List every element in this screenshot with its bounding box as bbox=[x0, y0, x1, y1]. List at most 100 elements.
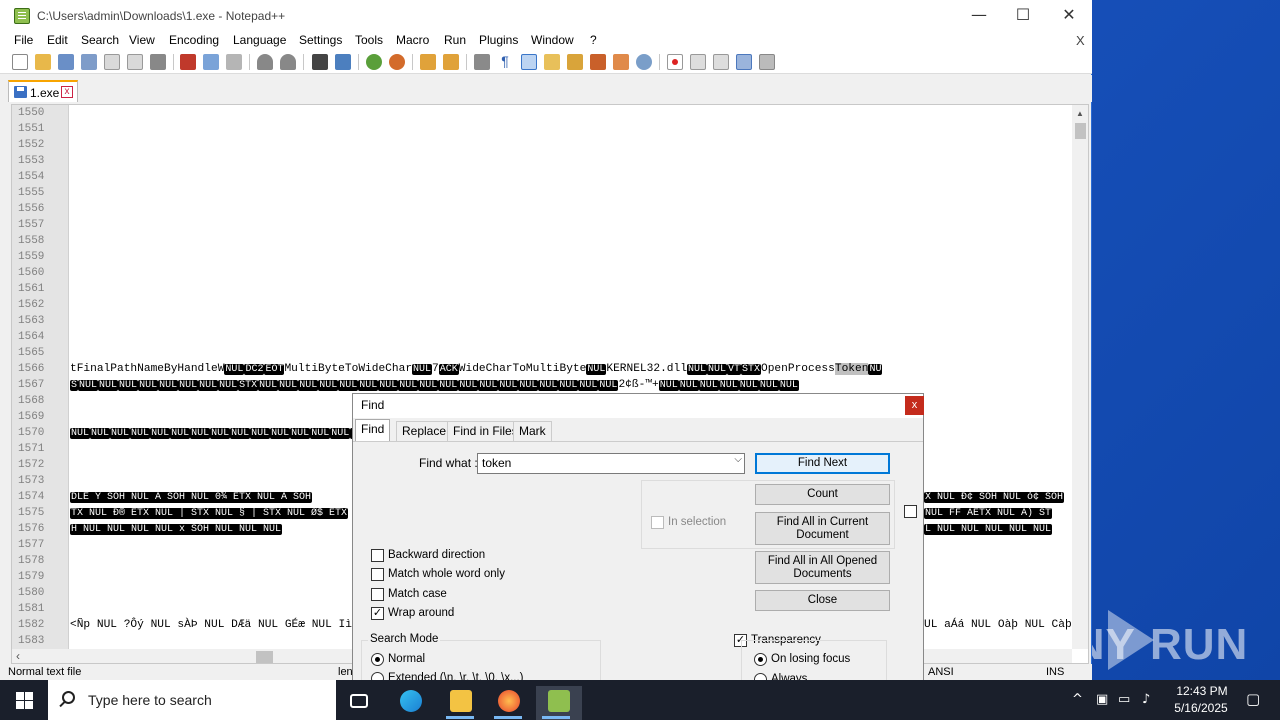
tab-find[interactable]: Find bbox=[355, 419, 391, 441]
undo-icon[interactable] bbox=[257, 54, 273, 70]
word-wrap-icon[interactable] bbox=[474, 54, 490, 70]
chevron-up-icon[interactable]: ^ bbox=[1072, 692, 1083, 707]
folder-workspace-icon[interactable] bbox=[613, 54, 629, 70]
taskbar-firefox[interactable] bbox=[488, 686, 528, 720]
menu-file[interactable]: File bbox=[14, 33, 33, 47]
meet-now-icon[interactable]: ▣ bbox=[1096, 692, 1108, 707]
play-macro-icon[interactable] bbox=[713, 54, 729, 70]
save-all-icon[interactable] bbox=[81, 54, 97, 70]
notification-icon[interactable]: ▢ bbox=[1246, 690, 1260, 708]
taskbar-file-explorer[interactable] bbox=[440, 686, 480, 720]
clock-time[interactable]: 12:43 PM bbox=[1170, 684, 1234, 698]
scroll-left-icon[interactable]: ‹ bbox=[16, 649, 20, 663]
show-all-chars-icon[interactable]: ¶ bbox=[497, 54, 513, 70]
record-macro-icon[interactable] bbox=[667, 54, 683, 70]
redo-icon[interactable] bbox=[280, 54, 296, 70]
code-line-1575-right: NUL FF ÂETX NUL À) ST bbox=[924, 505, 1072, 522]
close-all-icon[interactable] bbox=[127, 54, 143, 70]
define-language-icon[interactable] bbox=[544, 54, 560, 70]
monitoring-icon[interactable] bbox=[636, 54, 652, 70]
system-tray: ^ ▣ ▭ ♪ 12:43 PM 5/16/2025 ▢ bbox=[1064, 680, 1280, 720]
find-dialog-close-button[interactable]: x bbox=[905, 396, 924, 415]
dialog-option-checkbox[interactable] bbox=[904, 505, 917, 518]
tab-close-icon[interactable]: x bbox=[61, 86, 73, 98]
function-list-icon[interactable] bbox=[590, 54, 606, 70]
find-dialog-titlebar[interactable]: Find x bbox=[353, 394, 924, 418]
close-button[interactable]: Close bbox=[755, 590, 890, 611]
zoom-in-icon[interactable] bbox=[366, 54, 382, 70]
menu-plugins[interactable]: Plugins bbox=[479, 33, 518, 47]
find-all-opened-button[interactable]: Find All in All Opened Documents bbox=[755, 551, 890, 584]
tab-replace[interactable]: Replace bbox=[396, 421, 453, 441]
menu-view[interactable]: View bbox=[129, 33, 155, 47]
menu-macro[interactable]: Macro bbox=[396, 33, 429, 47]
menu-edit[interactable]: Edit bbox=[47, 33, 68, 47]
menu-search[interactable]: Search bbox=[81, 33, 119, 47]
close-window-button[interactable]: ✕ bbox=[1046, 0, 1092, 32]
print-icon[interactable] bbox=[150, 54, 166, 70]
line-number: 1566 bbox=[18, 363, 45, 375]
close-file-icon[interactable] bbox=[104, 54, 120, 70]
menu-language[interactable]: Language bbox=[233, 33, 286, 47]
radio-selected[interactable] bbox=[754, 653, 767, 666]
taskbar-notepadpp[interactable] bbox=[536, 686, 582, 720]
tab-mark[interactable]: Mark bbox=[513, 421, 552, 441]
sync-vertical-icon[interactable] bbox=[420, 54, 436, 70]
replace-icon[interactable] bbox=[335, 54, 351, 70]
close-icon: ✕ bbox=[1062, 5, 1076, 24]
code-line-1566: tFinalPathNameByHandleWNUL DC2 EOTMultiByt… bbox=[70, 361, 1072, 378]
line-number: 1554 bbox=[18, 171, 45, 183]
vertical-scrollbar[interactable]: ▲ bbox=[1072, 105, 1088, 649]
checkbox-box[interactable] bbox=[371, 549, 384, 562]
run-macro-multiple-icon[interactable] bbox=[736, 54, 752, 70]
clock-date[interactable]: 5/16/2025 bbox=[1168, 701, 1234, 715]
line-number: 1559 bbox=[18, 251, 45, 263]
chevron-down-icon[interactable]: ⌵ bbox=[734, 454, 742, 465]
logo-pane bbox=[25, 692, 33, 700]
menu-tools[interactable]: Tools bbox=[355, 33, 383, 47]
sync-horizontal-icon[interactable] bbox=[443, 54, 459, 70]
save-macro-icon[interactable] bbox=[759, 54, 775, 70]
horizontal-scroll-thumb[interactable] bbox=[256, 651, 273, 663]
in-selection-box[interactable] bbox=[651, 516, 664, 529]
count-button[interactable]: Count bbox=[755, 484, 890, 505]
menu-run[interactable]: Run bbox=[444, 33, 466, 47]
checkbox-box[interactable] bbox=[371, 568, 384, 581]
menu-encoding[interactable]: Encoding bbox=[169, 33, 219, 47]
line-number: 1570 bbox=[18, 427, 45, 439]
minimize-button[interactable]: — bbox=[956, 0, 1002, 32]
checkmark-icon[interactable]: ✓ bbox=[371, 607, 384, 620]
close-document-x[interactable]: X bbox=[1076, 33, 1085, 48]
doc-map-icon[interactable] bbox=[567, 54, 583, 70]
start-button[interactable] bbox=[0, 680, 48, 720]
find-all-current-button[interactable]: Find All in Current Document bbox=[755, 512, 890, 545]
save-icon[interactable] bbox=[58, 54, 74, 70]
menu-window[interactable]: Window bbox=[531, 33, 574, 47]
copy-icon[interactable] bbox=[203, 54, 219, 70]
zoom-out-icon[interactable] bbox=[389, 54, 405, 70]
indent-guide-icon[interactable] bbox=[521, 54, 537, 70]
checkbox-box[interactable] bbox=[371, 588, 384, 601]
taskbar-edge[interactable] bbox=[390, 686, 430, 720]
find-next-button[interactable]: Find Next bbox=[755, 453, 890, 474]
cut-icon[interactable] bbox=[180, 54, 196, 70]
find-icon[interactable] bbox=[312, 54, 328, 70]
maximize-button[interactable]: ☐ bbox=[1000, 0, 1046, 32]
scroll-up-icon[interactable]: ▲ bbox=[1076, 109, 1084, 118]
task-view-button[interactable] bbox=[340, 686, 380, 720]
volume-icon[interactable]: ♪ bbox=[1142, 692, 1150, 707]
radio-selected[interactable] bbox=[371, 653, 384, 666]
network-icon[interactable]: ▭ bbox=[1118, 692, 1130, 707]
status-length: len bbox=[338, 666, 353, 678]
tab-1-exe[interactable]: 1.exe x bbox=[8, 80, 78, 102]
menu-settings[interactable]: Settings bbox=[299, 33, 342, 47]
taskbar-search-box[interactable]: Type here to search bbox=[48, 680, 336, 720]
vertical-scroll-thumb[interactable] bbox=[1075, 123, 1086, 139]
new-file-icon[interactable] bbox=[12, 54, 28, 70]
title-bar[interactable]: C:\Users\admin\Downloads\1.exe - Notepad… bbox=[0, 0, 1092, 32]
menu-help[interactable]: ? bbox=[590, 33, 597, 47]
find-what-input[interactable]: token ⌵ bbox=[477, 453, 745, 474]
stop-macro-icon[interactable] bbox=[690, 54, 706, 70]
open-file-icon[interactable] bbox=[35, 54, 51, 70]
paste-icon[interactable] bbox=[226, 54, 242, 70]
